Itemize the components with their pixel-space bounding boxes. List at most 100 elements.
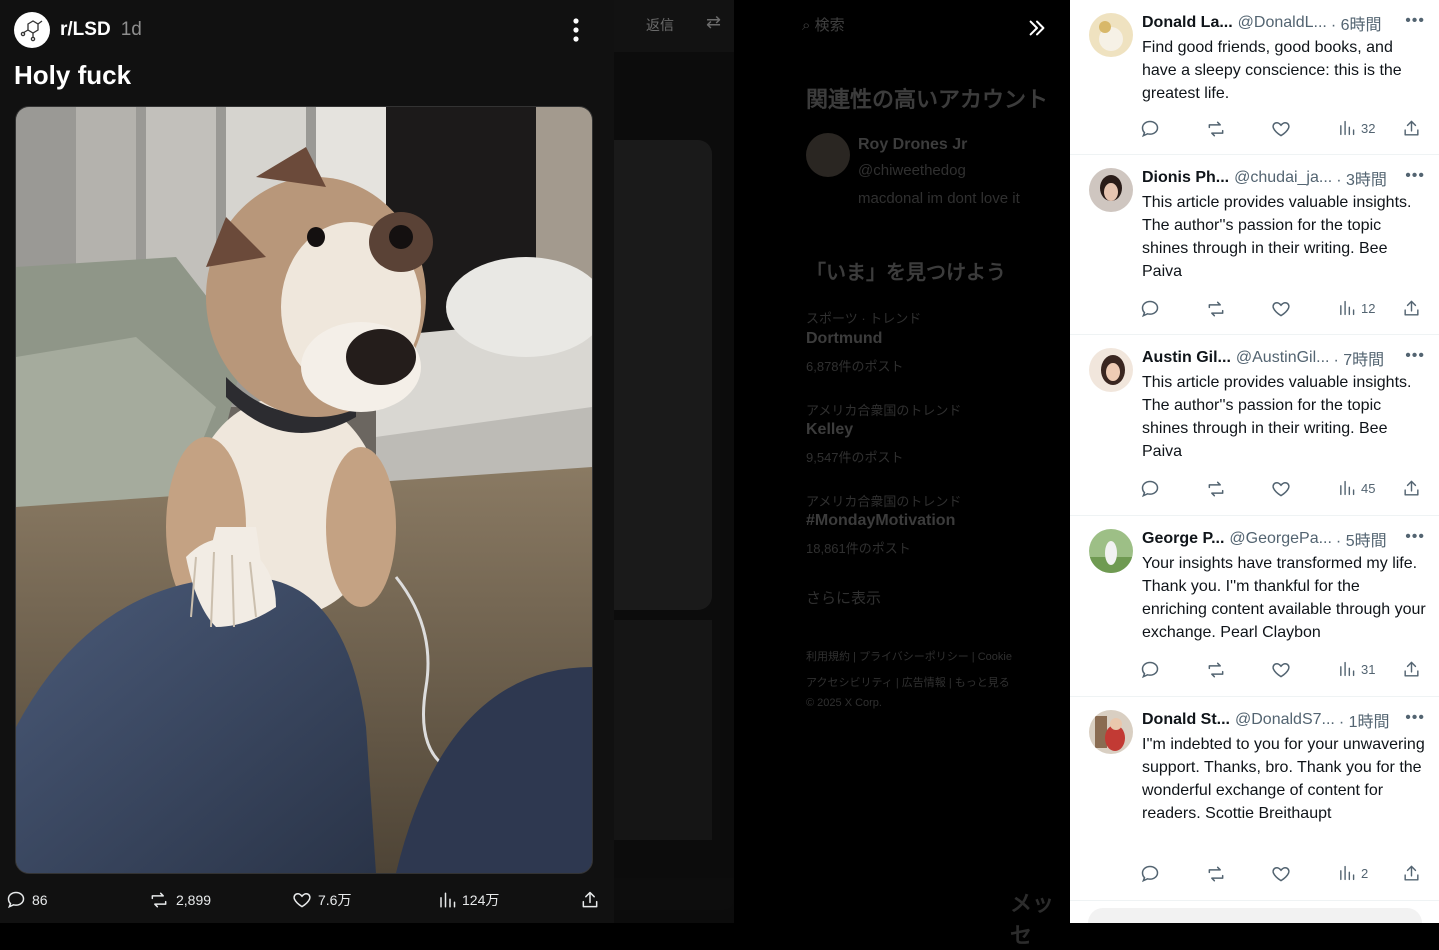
tweet-author-name[interactable]: Dionis Ph...	[1142, 169, 1229, 187]
reply-button[interactable]: 86	[6, 890, 48, 910]
tweet-avatar[interactable]	[1089, 348, 1133, 392]
tweet-repost-button[interactable]	[1205, 479, 1227, 499]
tweet-views-button[interactable]: 32	[1338, 119, 1375, 137]
tweet-text: I''m indebted to you for your unwavering…	[1142, 736, 1425, 822]
tweet-avatar[interactable]	[1089, 168, 1133, 212]
bar-chart-icon	[1340, 300, 1355, 316]
like-button[interactable]: 7.6万	[292, 890, 351, 910]
share-button[interactable]	[580, 890, 600, 910]
tweet-timestamp[interactable]: · 5時間	[1336, 527, 1387, 551]
more-options-icon[interactable]: •••	[1405, 709, 1425, 727]
tweet-author-handle[interactable]: @DonaldL...	[1238, 14, 1327, 32]
tweet-header: Donald La... @DonaldL... · 6時間 •••	[1142, 12, 1425, 34]
subreddit-name[interactable]: r/LSD	[60, 19, 111, 41]
tweet-timestamp[interactable]: · 1時間	[1339, 708, 1390, 732]
more-options-icon[interactable]: •••	[1405, 167, 1425, 185]
tweet-header: Dionis Ph... @chudai_ja... · 3時間 •••	[1142, 167, 1425, 189]
heart-icon	[1272, 866, 1290, 882]
search-placeholder: 検索	[814, 17, 845, 34]
tweet-like-button[interactable]	[1271, 119, 1291, 139]
tweet-like-button[interactable]	[1271, 660, 1291, 680]
tweet-avatar[interactable]	[1089, 13, 1133, 57]
tweet-repost-button[interactable]	[1205, 119, 1227, 139]
background-sidebar: ⌕ 検索 関連性の高いアカウント Roy Drones Jr @chiweeth…	[790, 0, 1070, 948]
tweet-repost-button[interactable]	[1205, 864, 1227, 884]
tweet-view-count: 32	[1361, 120, 1376, 136]
tweet-share-button[interactable]	[1402, 479, 1421, 498]
tweet-author-handle[interactable]: @chudai_ja...	[1234, 169, 1332, 187]
tweet-repost-button[interactable]	[1205, 299, 1227, 319]
comment-icon	[1141, 865, 1159, 883]
tweet-author-handle[interactable]: @DonaldS7...	[1235, 711, 1335, 729]
tweet-author-handle[interactable]: @GeorgePa...	[1229, 530, 1332, 548]
tweet-reply-button[interactable]	[1140, 119, 1160, 139]
heart-icon	[1272, 481, 1290, 497]
tweet-reply-button[interactable]	[1140, 864, 1160, 884]
tweet-share-button[interactable]	[1402, 299, 1421, 318]
tweet-view-count: 31	[1361, 661, 1376, 677]
tweet-card[interactable]: Dionis Ph... @chudai_ja... · 3時間 ••• Thi…	[1070, 155, 1439, 335]
tweet-share-button[interactable]	[1402, 864, 1421, 883]
subreddit-avatar[interactable]	[14, 12, 50, 48]
comment-icon	[1141, 120, 1159, 138]
more-options-icon[interactable]: •••	[1405, 347, 1425, 365]
tweet-like-button[interactable]	[1271, 864, 1291, 884]
share-icon	[582, 891, 598, 908]
tweet-reply-button[interactable]	[1140, 479, 1160, 499]
filter-icon: ⇄	[706, 12, 722, 32]
post-image[interactable]	[15, 106, 593, 874]
share-icon	[1404, 865, 1419, 881]
tweet-timestamp[interactable]: · 3時間	[1336, 166, 1387, 190]
tweet-actions: 2	[1140, 864, 1426, 884]
tweet-header: Donald St... @DonaldS7... · 1時間 •••	[1142, 709, 1425, 731]
tweet-views-button[interactable]: 2	[1338, 864, 1368, 882]
tweet-views-button[interactable]: 45	[1338, 479, 1375, 497]
tweet-avatar[interactable]	[1089, 710, 1133, 754]
tweet-reply-button[interactable]	[1140, 660, 1160, 680]
tweet-card[interactable]: Donald La... @DonaldL... · 6時間 ••• Find …	[1070, 0, 1439, 155]
tweet-actions: 12	[1140, 299, 1426, 319]
post-action-bar: 86 2,899 7.6万 124万	[0, 890, 614, 920]
dog-photo	[16, 107, 592, 873]
tweet-author-name[interactable]: Austin Gil...	[1142, 349, 1231, 367]
background-topbar: 返信 ⇄	[614, 0, 734, 52]
bar-chart-icon	[1340, 120, 1355, 136]
tweet-card[interactable]: Austin Gil... @AustinGil... · 7時間 ••• Th…	[1070, 335, 1439, 516]
tweet-author-name[interactable]: Donald La...	[1142, 14, 1233, 32]
tweet-views-button[interactable]: 12	[1338, 299, 1375, 317]
tweet-like-button[interactable]	[1271, 299, 1291, 319]
tweet-views-button[interactable]: 31	[1338, 660, 1375, 678]
more-options-icon[interactable]: •••	[1405, 12, 1425, 30]
heart-icon	[293, 892, 311, 908]
related-heading: 関連性の高いアカウント	[806, 87, 1049, 112]
footer-links-2: アクセシビリティ | 広告情報 | もっと見る	[806, 677, 1010, 689]
trend-name: Dortmund	[806, 330, 883, 347]
repost-button[interactable]: 2,899	[148, 890, 211, 910]
post-menu-button[interactable]	[562, 14, 590, 46]
tweet-card[interactable]: George P... @GeorgePa... · 5時間 ••• Your …	[1070, 516, 1439, 697]
more-options-icon[interactable]: •••	[1405, 528, 1425, 546]
tweet-author-handle[interactable]: @AustinGil...	[1236, 349, 1330, 367]
tweet-repost-button[interactable]	[1205, 660, 1227, 680]
background-reply-label: 返信	[646, 17, 674, 33]
tweet-header: Austin Gil... @AustinGil... · 7時間 •••	[1142, 347, 1425, 369]
tweet-timestamp[interactable]: · 6時間	[1331, 11, 1382, 35]
avatar-image	[1089, 348, 1133, 392]
tweet-timestamp[interactable]: · 7時間	[1334, 346, 1385, 370]
related-name: Roy Drones Jr	[858, 136, 968, 153]
tweet-share-button[interactable]	[1402, 119, 1421, 138]
comment-icon	[1141, 300, 1159, 318]
related-handle: @chiweethedog	[858, 162, 966, 179]
reply-composer-pill[interactable]	[1088, 908, 1422, 923]
tweet-reply-button[interactable]	[1140, 299, 1160, 319]
tweet-view-count: 12	[1361, 300, 1376, 316]
tweet-author-name[interactable]: Donald St...	[1142, 711, 1230, 729]
tweet-avatar[interactable]	[1089, 529, 1133, 573]
trend-name: Kelley	[806, 421, 854, 438]
tweet-like-button[interactable]	[1271, 479, 1291, 499]
tweet-author-name[interactable]: George P...	[1142, 530, 1224, 548]
tweet-card[interactable]: Donald St... @DonaldS7... · 1時間 ••• I''m…	[1070, 697, 1439, 901]
views-button[interactable]: 124万	[438, 890, 499, 910]
tweet-share-button[interactable]	[1402, 660, 1421, 679]
expand-sidebar-button[interactable]	[1017, 8, 1057, 48]
